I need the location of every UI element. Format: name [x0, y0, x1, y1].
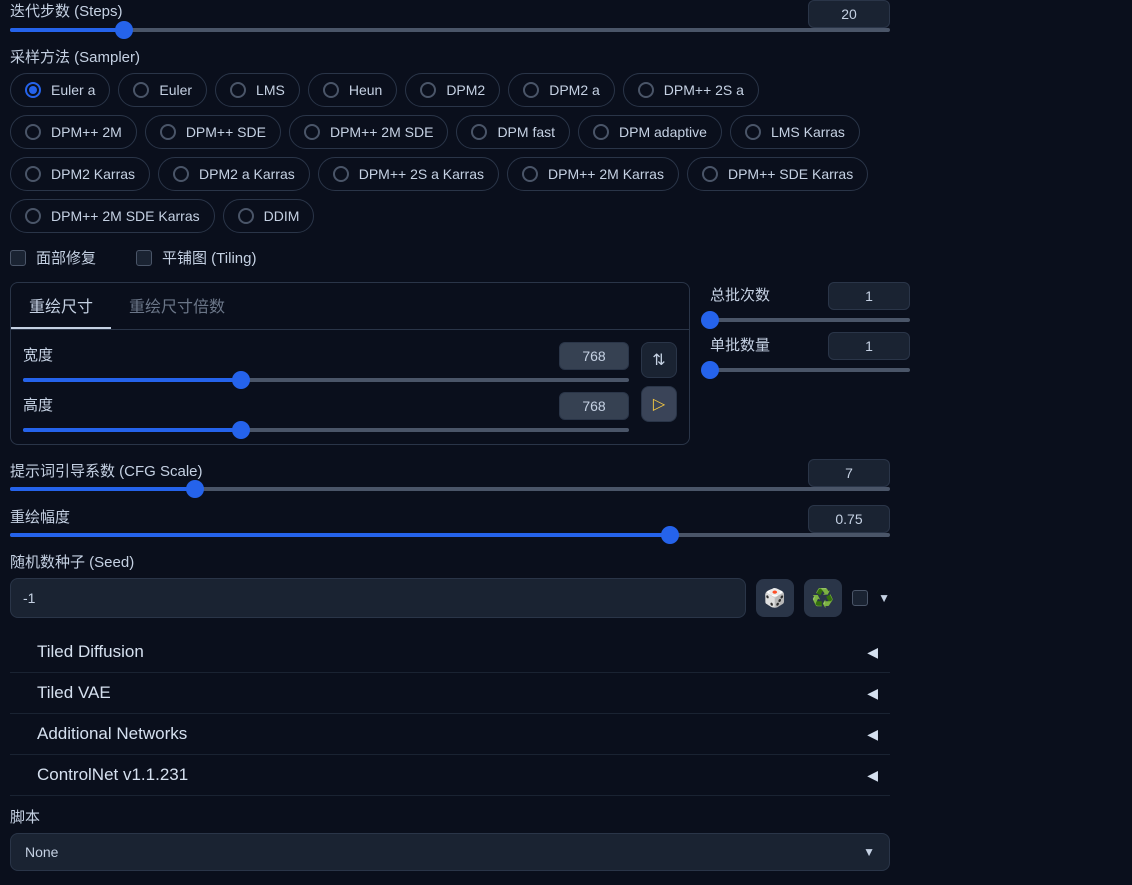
sampler-option[interactable]: DPM++ SDE Karras [687, 157, 868, 191]
sampler-option[interactable]: DPM adaptive [578, 115, 722, 149]
batch-count-value[interactable]: 1 [828, 282, 910, 310]
sampler-option[interactable]: DPM++ 2M SDE Karras [10, 199, 215, 233]
script-select[interactable]: None ▼ [10, 833, 890, 871]
cursor-icon: ▷ [653, 394, 665, 414]
chevron-down-icon: ▼ [863, 845, 875, 859]
steps-label: 迭代步数 (Steps) [10, 0, 798, 21]
cfg-label: 提示词引导系数 (CFG Scale) [10, 460, 798, 481]
tiling-checkbox[interactable]: 平铺图 (Tiling) [136, 247, 256, 268]
sampler-option[interactable]: LMS [215, 73, 300, 107]
batch-count-label: 总批次数 [710, 284, 818, 305]
sampler-option[interactable]: Euler [118, 73, 207, 107]
swap-dimensions-button[interactable]: ⇅ [641, 342, 677, 378]
sampler-option[interactable]: Euler a [10, 73, 110, 107]
steps-value[interactable]: 20 [808, 0, 890, 28]
sampler-option[interactable]: DPM fast [456, 115, 570, 149]
script-label: 脚本 [10, 806, 1122, 827]
sampler-option[interactable]: DPM++ 2M [10, 115, 137, 149]
accordion-additional-networks[interactable]: Additional Networks ◀ [10, 714, 890, 755]
width-label: 宽度 [23, 344, 549, 365]
face-restore-checkbox[interactable]: 面部修复 [10, 247, 96, 268]
recycle-icon: ♻️ [812, 588, 834, 609]
height-label: 高度 [23, 394, 549, 415]
swap-icon: ⇅ [652, 350, 665, 370]
batch-size-value[interactable]: 1 [828, 332, 910, 360]
steps-slider[interactable] [10, 28, 890, 32]
sampler-option[interactable]: DPM2 a Karras [158, 157, 310, 191]
dice-icon: 🎲 [764, 588, 786, 609]
tab-resize[interactable]: 重绘尺寸 [11, 283, 111, 329]
denoise-slider[interactable] [10, 533, 890, 537]
sampler-option[interactable]: DPM++ 2S a [623, 73, 759, 107]
sampler-label: 采样方法 (Sampler) [10, 46, 1122, 67]
caret-left-icon: ◀ [867, 767, 878, 784]
denoise-value[interactable]: 0.75 [808, 505, 890, 533]
denoise-label: 重绘幅度 [10, 506, 798, 527]
height-value[interactable]: 768 [559, 392, 629, 420]
batch-size-slider[interactable] [710, 368, 910, 372]
sampler-option[interactable]: DDIM [223, 199, 315, 233]
sampler-option[interactable]: LMS Karras [730, 115, 860, 149]
caret-left-icon: ◀ [867, 726, 878, 743]
random-seed-button[interactable]: 🎲 [756, 579, 794, 617]
sampler-option[interactable]: DPM2 Karras [10, 157, 150, 191]
accordion-tiled-diffusion[interactable]: Tiled Diffusion ◀ [10, 632, 890, 673]
sampler-option[interactable]: DPM++ 2M Karras [507, 157, 679, 191]
calc-dimensions-button[interactable]: ▷ [641, 386, 677, 422]
cfg-value[interactable]: 7 [808, 459, 890, 487]
sampler-option[interactable]: DPM++ 2S a Karras [318, 157, 499, 191]
accordion-controlnet[interactable]: ControlNet v1.1.231 ◀ [10, 755, 890, 796]
reuse-seed-button[interactable]: ♻️ [804, 579, 842, 617]
sampler-group: Euler a Euler LMS Heun DPM2 DPM2 a DPM++… [10, 73, 890, 233]
seed-extra-checkbox[interactable] [852, 590, 868, 606]
caret-left-icon: ◀ [867, 644, 878, 661]
width-value[interactable]: 768 [559, 342, 629, 370]
resize-tabs: 重绘尺寸 重绘尺寸倍数 宽度 768 [10, 282, 690, 445]
seed-input[interactable] [10, 578, 746, 618]
sampler-option[interactable]: DPM2 [405, 73, 500, 107]
batch-size-label: 单批数量 [710, 334, 818, 355]
width-slider[interactable] [23, 378, 629, 382]
sampler-option[interactable]: DPM++ SDE [145, 115, 281, 149]
height-slider[interactable] [23, 428, 629, 432]
accordion-tiled-vae[interactable]: Tiled VAE ◀ [10, 673, 890, 714]
sampler-option[interactable]: Heun [308, 73, 397, 107]
seed-label: 随机数种子 (Seed) [10, 551, 1122, 572]
tab-resize-by[interactable]: 重绘尺寸倍数 [111, 283, 243, 329]
chevron-down-icon[interactable]: ▼ [878, 591, 890, 605]
batch-count-slider[interactable] [710, 318, 910, 322]
caret-left-icon: ◀ [867, 685, 878, 702]
sampler-option[interactable]: DPM2 a [508, 73, 615, 107]
cfg-slider[interactable] [10, 487, 890, 491]
sampler-option[interactable]: DPM++ 2M SDE [289, 115, 448, 149]
